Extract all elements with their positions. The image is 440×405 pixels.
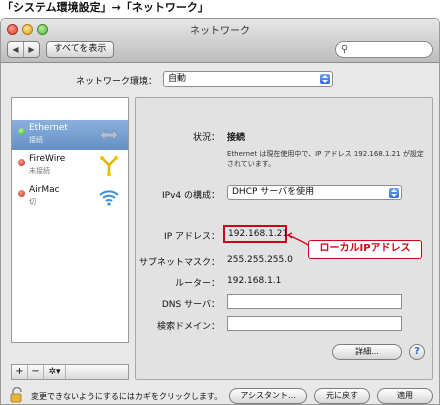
back-button[interactable]: ◀ <box>8 42 23 57</box>
service-name: AirMac <box>29 185 60 195</box>
ipv4-config-value: DHCP サーバを使用 <box>232 187 315 197</box>
search-icon: ⚲ <box>341 44 349 55</box>
search-input[interactable]: ⚲ <box>335 41 433 58</box>
service-item-airmac[interactable]: AirMac 切 <box>12 182 128 212</box>
status-dot-icon <box>18 190 25 197</box>
dns-server-label: DNS サーバ： <box>161 300 220 310</box>
window-title: ネットワーク <box>190 26 250 37</box>
service-status: 接続 <box>29 136 43 144</box>
service-detail-panel: 状況： 接続 Ethernet は現在使用中で、IP アドレス 192.168.… <box>135 97 433 380</box>
assistant-button[interactable]: アシスタント... <box>229 388 307 404</box>
service-status: 切 <box>29 198 36 206</box>
service-list: Ethernet 接続 FireWire 未接続 AirMac 切 <box>11 97 129 343</box>
revert-button[interactable]: 元に戻す <box>314 388 370 404</box>
service-name: Ethernet <box>29 123 68 133</box>
status-value: 接続 <box>227 133 246 143</box>
ipv4-config-label: IPv4 の構成： <box>162 191 220 201</box>
router-label: ルーター： <box>174 279 220 289</box>
back-forward-control: ◀ ▶ <box>7 41 40 58</box>
sidebar-toolbar: + − ✲▾ <box>11 364 129 380</box>
ip-address-label: IP アドレス： <box>164 232 220 242</box>
advanced-button[interactable]: 詳細... <box>332 344 402 360</box>
network-preferences-window: ネットワーク ◀ ▶ すべてを表示 ⚲ ネットワーク環境： 自動 Etherne… <box>0 18 440 405</box>
service-item-ethernet[interactable]: Ethernet 接続 <box>12 120 128 150</box>
help-button[interactable]: ? <box>409 344 425 360</box>
apply-button[interactable]: 適用 <box>377 388 433 404</box>
lock-icon[interactable] <box>10 387 24 403</box>
ip-address-value: 192.168.1.21 <box>228 229 289 239</box>
remove-service-button[interactable]: − <box>28 365 44 379</box>
service-status: 未接続 <box>29 167 50 175</box>
search-domain-label: 検索ドメイン： <box>156 322 220 332</box>
annotation-callout: ローカルIPアドレス <box>308 240 422 259</box>
service-name: FireWire <box>29 154 66 164</box>
title-bar: ネットワーク ◀ ▶ すべてを表示 ⚲ <box>1 19 439 63</box>
router-value: 192.168.1.1 <box>227 276 282 286</box>
service-item-firewire[interactable]: FireWire 未接続 <box>12 151 128 181</box>
show-all-button[interactable]: すべてを表示 <box>46 41 114 58</box>
subnet-mask-value: 255.255.255.0 <box>227 255 293 265</box>
subnet-mask-label: サブネットマスク： <box>138 258 220 268</box>
popup-arrows-icon <box>320 74 330 84</box>
ethernet-icon <box>99 129 119 141</box>
lock-message: 変更できないようにするにはカギをクリックします。 <box>31 392 223 401</box>
caption: 「システム環境設定」→「ネットワーク」 <box>2 1 209 14</box>
gear-menu-button[interactable]: ✲▾ <box>44 365 66 379</box>
popup-arrows-icon <box>389 188 399 198</box>
search-domain-field[interactable] <box>227 316 402 331</box>
forward-button[interactable]: ▶ <box>23 42 39 57</box>
status-dot-icon <box>18 159 25 166</box>
dns-server-field[interactable] <box>227 294 402 309</box>
status-label: 状況： <box>192 133 220 143</box>
add-service-button[interactable]: + <box>12 365 28 379</box>
wifi-icon <box>99 190 119 206</box>
ipv4-config-select[interactable]: DHCP サーバを使用 <box>227 185 402 200</box>
location-label: ネットワーク環境： <box>75 77 157 87</box>
location-select[interactable]: 自動 <box>163 71 333 87</box>
status-dot-icon <box>18 128 25 135</box>
firewire-icon <box>100 156 118 176</box>
location-value: 自動 <box>168 74 187 84</box>
status-description: Ethernet は現在使用中で、IP アドレス 192.168.1.21 が設… <box>227 150 424 168</box>
